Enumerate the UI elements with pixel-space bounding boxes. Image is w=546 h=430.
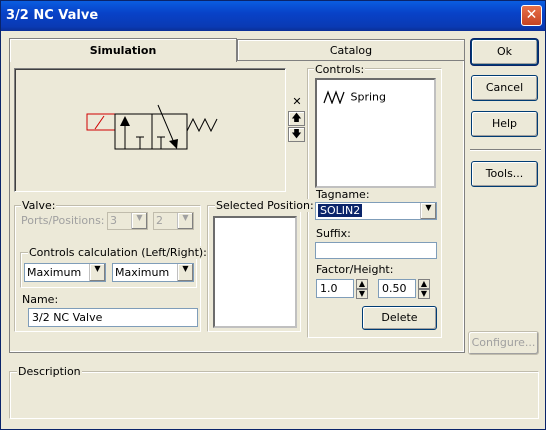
tab-catalog[interactable]: Catalog [237, 39, 465, 61]
selected-position-list[interactable] [213, 216, 297, 328]
cancel-button[interactable]: Cancel [471, 75, 538, 101]
description-legend: Description [17, 365, 82, 378]
selected-position-legend: Selected Position: [215, 199, 315, 212]
valve-legend: Valve: [21, 199, 57, 212]
tagname-label: Tagname: [316, 188, 370, 201]
tagname-value: SOLIN2 [318, 204, 363, 217]
ports-select: 3 ▼ [107, 212, 148, 230]
height-value: 0.50 [382, 282, 407, 295]
positions-select: 2 ▼ [153, 212, 194, 230]
valve-symbol [86, 104, 218, 150]
dialog-window: 3/2 NC Valve ✕ Simulation Catalog ✕ 🡅 🡇 … [0, 0, 546, 430]
chevron-down-icon[interactable]: ▼ [89, 264, 105, 281]
left-calc-value: Maximum [27, 266, 82, 279]
ports-positions-label: Ports/Positions: [21, 214, 105, 227]
height-spin-down[interactable]: ▼ [418, 289, 430, 299]
valve-position-left [114, 113, 153, 150]
factor-input[interactable]: 1.0 [316, 279, 354, 298]
chevron-down-icon[interactable]: ▼ [177, 264, 193, 281]
chevron-down-icon: ▼ [131, 213, 147, 229]
name-label: Name: [22, 293, 59, 306]
move-down-button[interactable]: 🡇 [288, 127, 305, 142]
positions-value: 2 [156, 214, 163, 227]
name-input[interactable]: 3/2 NC Valve [28, 308, 198, 327]
delete-button[interactable]: Delete [362, 306, 437, 330]
factor-spin-up[interactable]: ▲ [356, 279, 368, 289]
list-item-label: Spring [350, 90, 387, 104]
factor-height-label: Factor/Height: [316, 263, 394, 276]
spring-symbol [186, 117, 218, 133]
simulation-panel: ✕ 🡅 🡇 Controls: Spring Tagname: SOLIN2 ▼… [9, 61, 465, 353]
chevron-down-icon[interactable]: ▼ [420, 203, 436, 219]
valve-symbol-preview [14, 68, 286, 192]
right-flow-arrow [169, 139, 178, 149]
controls-legend: Controls: [314, 63, 366, 76]
tab-catalog-label: Catalog [329, 44, 373, 57]
move-up-button[interactable]: 🡅 [288, 111, 305, 126]
spring-icon [323, 90, 345, 105]
height-input[interactable]: 0.50 [378, 279, 416, 298]
controls-list[interactable]: Spring [315, 78, 436, 188]
tools-button[interactable]: Tools... [471, 161, 538, 187]
remove-control-button[interactable]: ✕ [289, 95, 305, 109]
left-calc-select[interactable]: Maximum ▼ [24, 263, 106, 282]
suffix-label: Suffix: [316, 227, 351, 240]
right-calc-select[interactable]: Maximum ▼ [112, 263, 194, 282]
window-title: 3/2 NC Valve [6, 8, 99, 23]
button-separator [470, 149, 541, 151]
tab-simulation[interactable]: Simulation [9, 38, 237, 62]
suffix-input[interactable] [315, 242, 437, 259]
ok-button[interactable]: Ok [471, 39, 538, 65]
ports-value: 3 [110, 214, 117, 227]
left-flow-arrow [120, 116, 130, 126]
factor-spin-down[interactable]: ▼ [356, 289, 368, 299]
close-button[interactable]: ✕ [521, 5, 542, 26]
tagname-select[interactable]: SOLIN2 ▼ [315, 202, 437, 220]
factor-value: 1.0 [320, 282, 338, 295]
title-bar[interactable]: 3/2 NC Valve ✕ [1, 1, 545, 31]
configure-button: Configure... [468, 331, 539, 355]
chevron-down-icon: ▼ [177, 213, 193, 229]
help-button[interactable]: Help [471, 111, 538, 137]
solenoid-diagonal [94, 115, 105, 130]
height-spin-up[interactable]: ▲ [418, 279, 430, 289]
tab-simulation-label: Simulation [89, 44, 157, 57]
solenoid-box [86, 113, 116, 131]
description-text [15, 383, 533, 413]
right-calc-value: Maximum [115, 266, 170, 279]
name-value: 3/2 NC Valve [32, 311, 103, 324]
controls-calc-legend: Controls calculation (Left/Right): [28, 246, 208, 259]
list-item[interactable]: Spring [323, 90, 387, 105]
